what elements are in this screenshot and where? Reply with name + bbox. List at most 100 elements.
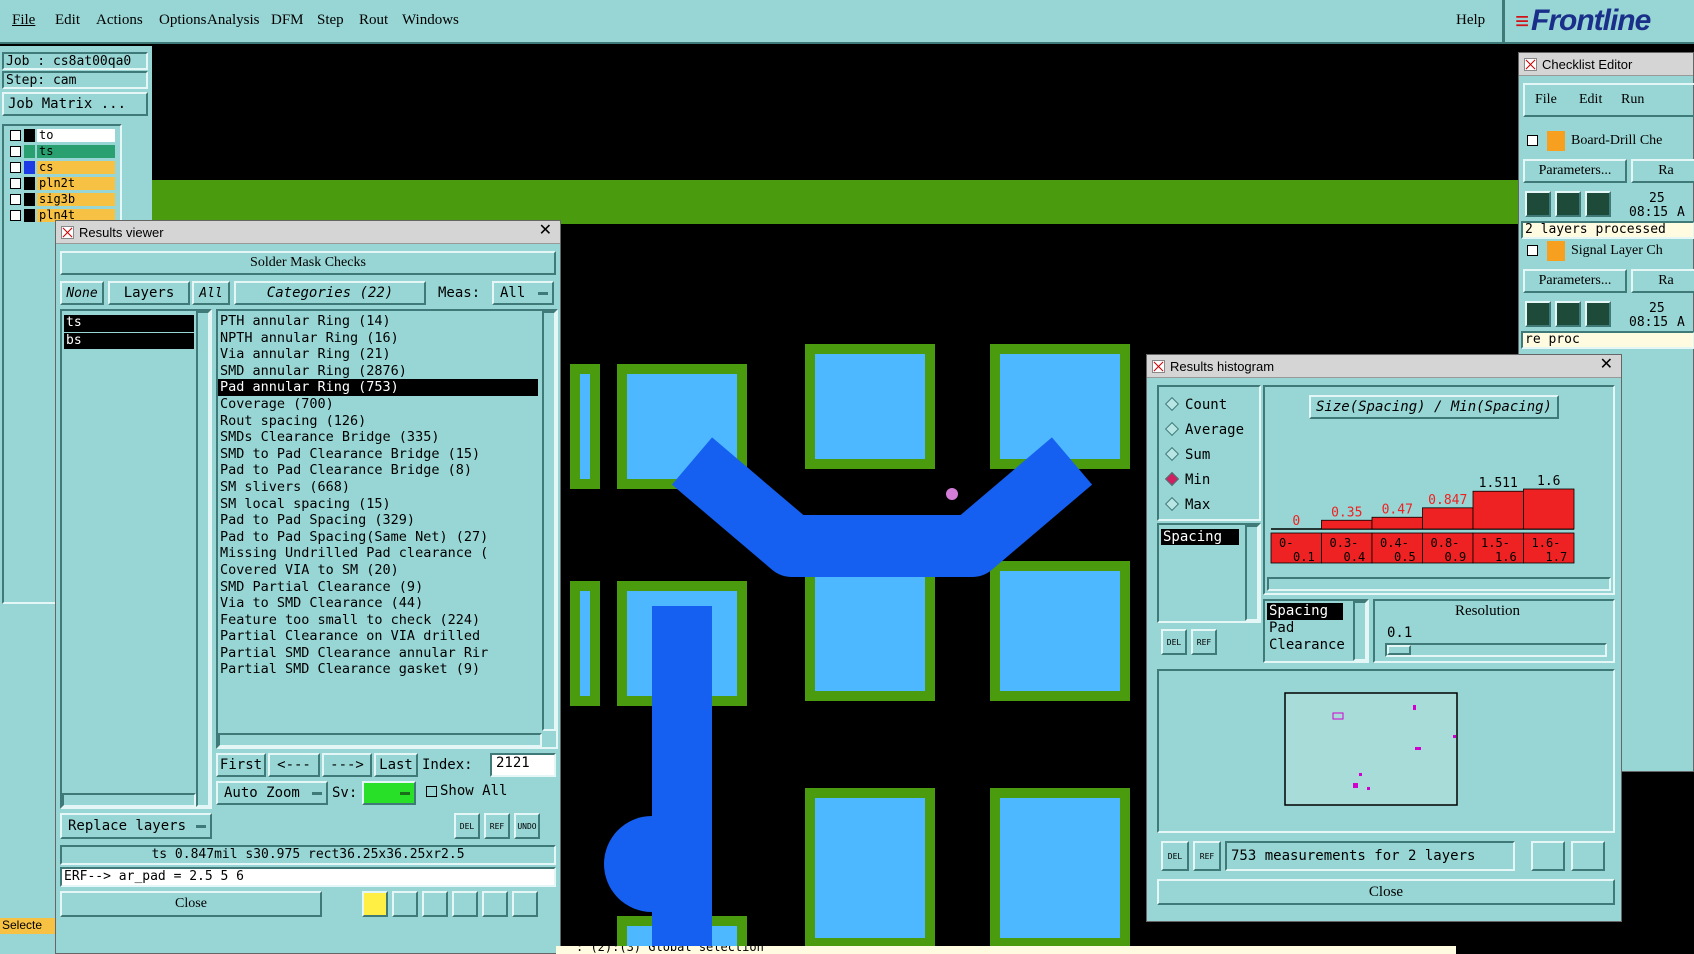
histogram-option-count[interactable]: Count bbox=[1161, 393, 1244, 418]
layers-button[interactable]: Layers bbox=[108, 281, 190, 305]
category-item[interactable]: Missing Undrilled Pad clearance ( bbox=[218, 545, 538, 562]
menu-help[interactable]: Help bbox=[1456, 12, 1485, 29]
stop-run-icon[interactable] bbox=[1585, 191, 1611, 217]
histogram-option-average[interactable]: Average bbox=[1161, 418, 1244, 443]
category-item[interactable]: Via annular Ring (21) bbox=[218, 346, 538, 363]
menu-edit[interactable]: Edit bbox=[55, 12, 80, 29]
job-matrix-button[interactable]: Job Matrix ... bbox=[2, 92, 148, 116]
meas-dropdown[interactable]: All bbox=[492, 281, 554, 305]
del-button[interactable]: DEL bbox=[454, 813, 480, 839]
close-button[interactable]: Close bbox=[60, 891, 322, 917]
menu-rout[interactable]: Rout bbox=[359, 12, 388, 29]
report-icon[interactable] bbox=[452, 891, 478, 917]
category-item[interactable]: NPTH annular Ring (16) bbox=[218, 330, 538, 347]
layer-row[interactable]: to bbox=[10, 128, 126, 143]
layer-icon[interactable] bbox=[362, 891, 388, 917]
histogram-bar[interactable] bbox=[1472, 490, 1524, 530]
layer-checkbox[interactable] bbox=[10, 130, 21, 141]
spacing-list-bottom[interactable]: Spacing Pad Clearance bbox=[1263, 599, 1369, 663]
category-item[interactable]: PTH annular Ring (14) bbox=[218, 313, 538, 330]
spacing-list-left[interactable]: Spacing bbox=[1157, 523, 1261, 623]
category-item[interactable]: Partial SMD Clearance gasket (9) bbox=[218, 661, 538, 678]
layer-checkbox[interactable] bbox=[10, 162, 21, 173]
close-icon[interactable]: ✕ bbox=[539, 220, 552, 240]
layer-list-item[interactable]: ts bbox=[64, 315, 194, 332]
histogram-bar[interactable] bbox=[1321, 519, 1373, 530]
run-icon[interactable] bbox=[1525, 191, 1551, 217]
check-enable-checkbox[interactable] bbox=[1527, 135, 1538, 146]
export-icon[interactable] bbox=[1531, 841, 1565, 871]
checklist-menu-run[interactable]: Run bbox=[1621, 92, 1644, 108]
layer-list-item[interactable]: bs bbox=[64, 332, 194, 350]
category-item[interactable]: Pad to Pad Clearance Bridge (8) bbox=[218, 462, 538, 479]
close-button[interactable]: Close bbox=[1157, 879, 1615, 905]
category-item[interactable]: Pad to Pad Spacing(Same Net) (27) bbox=[218, 529, 538, 546]
results-viewer-titlebar[interactable]: Results viewer ✕ bbox=[56, 221, 560, 244]
zoom-dropdown[interactable]: Auto Zoom bbox=[216, 781, 328, 805]
category-item[interactable]: SMD annular Ring (2876) bbox=[218, 363, 538, 380]
layer-checkbox[interactable] bbox=[10, 210, 21, 221]
checklist-menu-file[interactable]: File bbox=[1535, 92, 1557, 108]
show-all-checkbox[interactable]: Show All bbox=[426, 783, 507, 799]
vertical-scrollbar[interactable] bbox=[542, 311, 556, 731]
layer-row[interactable]: sig3b bbox=[10, 192, 126, 207]
notes-icon[interactable] bbox=[482, 891, 508, 917]
histogram-bar[interactable] bbox=[1523, 488, 1575, 530]
horizontal-scrollbar[interactable] bbox=[1267, 577, 1611, 591]
stop-run-icon[interactable] bbox=[1585, 301, 1611, 327]
menu-analysis[interactable]: Analysis bbox=[207, 12, 260, 29]
index-input[interactable]: 2121 bbox=[490, 753, 556, 777]
checklist-menu-edit[interactable]: Edit bbox=[1579, 92, 1602, 108]
category-item[interactable]: Partial Clearance on VIA drilled bbox=[218, 628, 538, 645]
resolution-slider[interactable] bbox=[1385, 643, 1607, 657]
run-icon[interactable] bbox=[1555, 191, 1581, 217]
category-item[interactable]: SM slivers (668) bbox=[218, 479, 538, 496]
histogram-bar[interactable] bbox=[1422, 507, 1474, 530]
list-item[interactable]: Spacing bbox=[1161, 529, 1239, 545]
category-item[interactable]: Partial SMD Clearance annular Rir bbox=[218, 645, 538, 662]
ranges-button[interactable]: Ra bbox=[1631, 159, 1694, 183]
histogram-option-max[interactable]: Max bbox=[1161, 493, 1244, 518]
layer-checkbox[interactable] bbox=[10, 178, 21, 189]
prev-button[interactable]: <--- bbox=[268, 753, 320, 777]
del-button[interactable]: DEL bbox=[1161, 629, 1187, 655]
ref-button[interactable]: REF bbox=[484, 813, 510, 839]
category-item[interactable]: Covered VIA to SM (20) bbox=[218, 562, 538, 579]
filter-icon[interactable] bbox=[422, 891, 448, 917]
category-item[interactable]: SMD Partial Clearance (9) bbox=[218, 579, 538, 596]
check-enable-checkbox[interactable] bbox=[1527, 245, 1538, 256]
stop-icon[interactable] bbox=[392, 891, 418, 917]
slider-handle[interactable] bbox=[1387, 645, 1411, 655]
histogram-option-sum[interactable]: Sum bbox=[1161, 443, 1244, 468]
layer-results-list[interactable]: ts bs bbox=[60, 309, 212, 809]
all-button[interactable]: All bbox=[192, 281, 230, 305]
layer-row[interactable]: ts bbox=[10, 144, 126, 159]
undo-button[interactable]: UNDO bbox=[514, 813, 540, 839]
vertical-scrollbar[interactable] bbox=[1353, 601, 1367, 661]
last-button[interactable]: Last bbox=[374, 753, 418, 777]
category-item[interactable]: Pad to Pad Spacing (329) bbox=[218, 512, 538, 529]
category-item[interactable]: SM local spacing (15) bbox=[218, 496, 538, 513]
ref-button[interactable]: REF bbox=[1191, 629, 1217, 655]
del-button[interactable]: DEL bbox=[1161, 841, 1189, 871]
parameters-button[interactable]: Parameters... bbox=[1523, 159, 1627, 183]
category-item[interactable]: SMD to Pad Clearance Bridge (15) bbox=[218, 446, 538, 463]
menu-dfm[interactable]: DFM bbox=[271, 12, 304, 29]
categories-button[interactable]: Categories (22) bbox=[234, 281, 426, 305]
category-item[interactable]: Via to SMD Clearance (44) bbox=[218, 595, 538, 612]
histogram-bar[interactable] bbox=[1371, 516, 1423, 530]
histogram-option-min[interactable]: Min bbox=[1161, 468, 1244, 493]
menu-actions[interactable]: Actions bbox=[96, 12, 143, 29]
first-button[interactable]: First bbox=[216, 753, 266, 777]
close-icon[interactable]: ✕ bbox=[1600, 354, 1613, 374]
parameters-button[interactable]: Parameters... bbox=[1523, 269, 1627, 293]
list-item[interactable]: Pad bbox=[1267, 620, 1343, 637]
horizontal-scrollbar[interactable] bbox=[218, 733, 542, 747]
checklist-titlebar[interactable]: Checklist Editor bbox=[1519, 53, 1693, 76]
category-list[interactable]: PTH annular Ring (14) NPTH annular Ring (… bbox=[216, 309, 558, 749]
run-icon[interactable] bbox=[1555, 301, 1581, 327]
sv-color-dropdown[interactable] bbox=[362, 781, 416, 805]
category-item[interactable]: Pad annular Ring (753) bbox=[218, 379, 538, 396]
category-item[interactable]: Rout spacing (126) bbox=[218, 413, 538, 430]
ref-button[interactable]: REF bbox=[1193, 841, 1221, 871]
